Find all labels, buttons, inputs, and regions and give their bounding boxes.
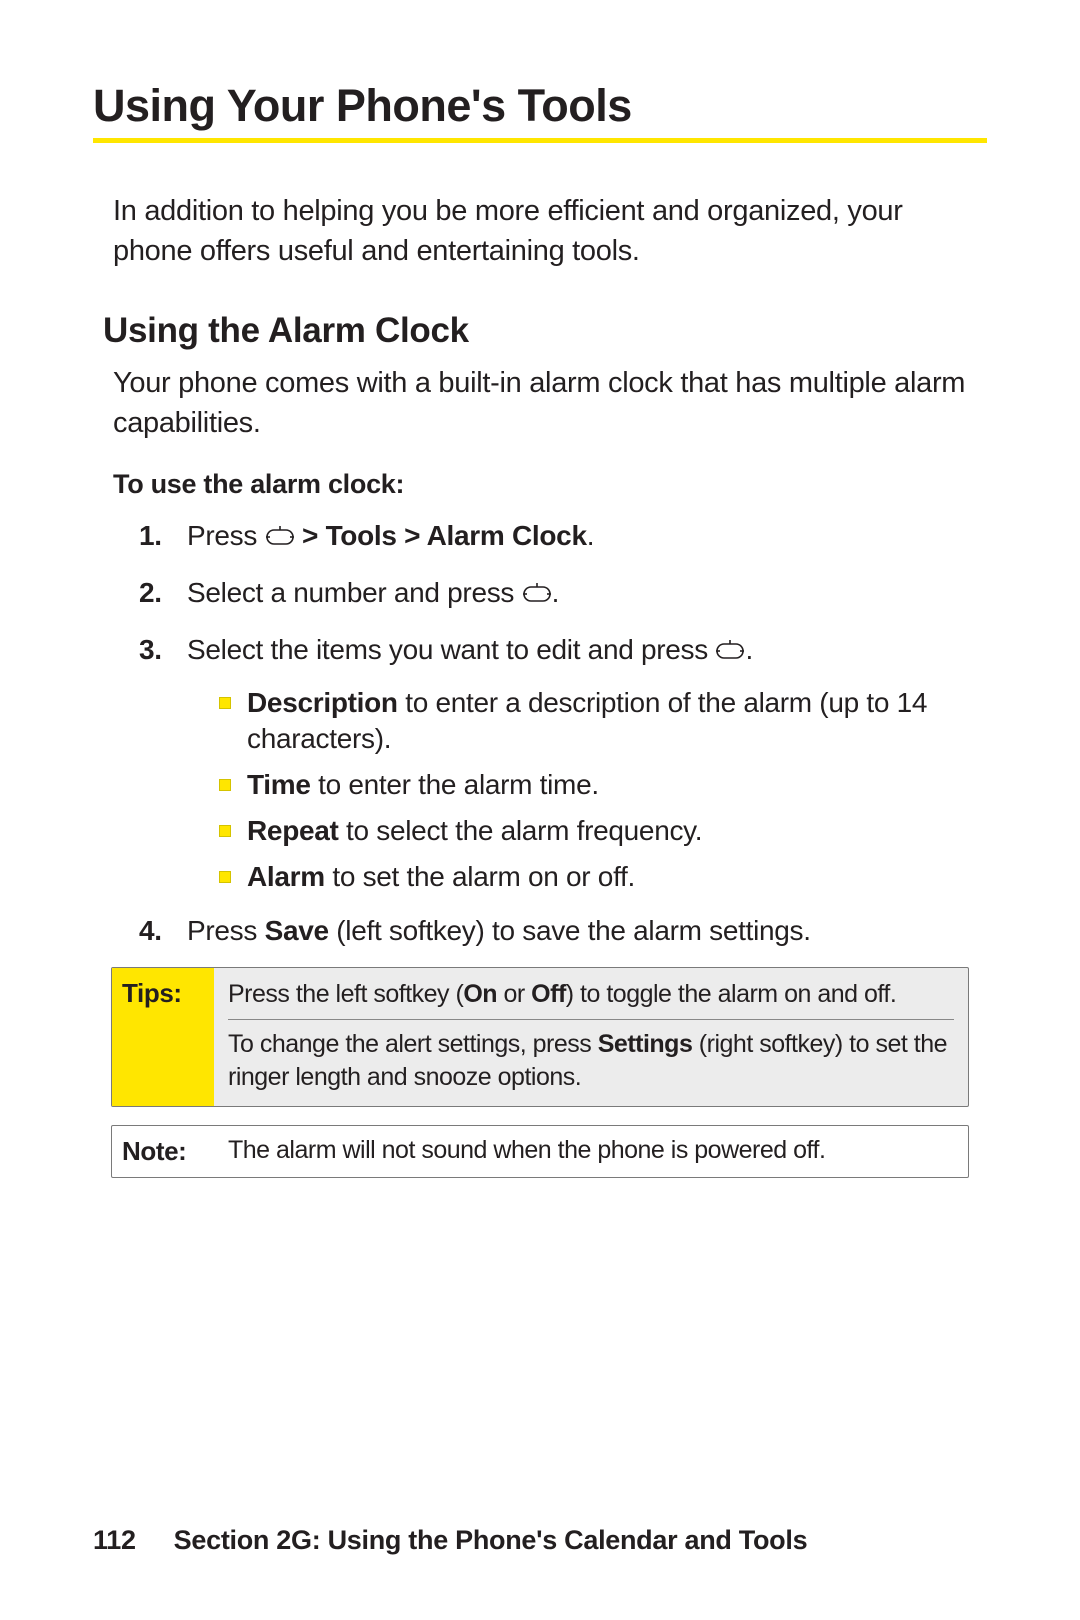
footer-text: Section 2G: Using the Phone's Calendar a… [174, 1525, 808, 1555]
step-text: (left softkey) to save the alarm setting… [329, 915, 811, 946]
bullet-list: Description to enter a description of th… [217, 685, 987, 895]
intro-paragraph: In addition to helping you be more effic… [113, 191, 967, 271]
step-text: Select a number and press [187, 577, 522, 608]
section-intro: Your phone comes with a built-in alarm c… [113, 363, 967, 443]
page-title: Using Your Phone's Tools [93, 80, 987, 143]
bullet-bold: Description [247, 687, 398, 718]
step-text: Press [187, 520, 265, 551]
step-bold: > Tools > Alarm Clock [295, 520, 587, 551]
page-footer: 112 Section 2G: Using the Phone's Calenda… [93, 1525, 807, 1556]
step-text: . [552, 577, 559, 608]
nav-key-icon [522, 578, 552, 614]
tips-bold: Settings [598, 1030, 693, 1058]
tips-bold: On [463, 980, 497, 1008]
note-label: Note: [112, 1126, 214, 1177]
tips-body: Press the left softkey (On or Off) to to… [214, 968, 968, 1106]
step-bold: Save [265, 915, 329, 946]
bullet-bold: Repeat [247, 815, 339, 846]
nav-key-icon [265, 521, 295, 557]
note-callout: Note: The alarm will not sound when the … [111, 1125, 969, 1178]
note-body: The alarm will not sound when the phone … [214, 1126, 968, 1177]
list-item: Description to enter a description of th… [217, 685, 987, 757]
step-3: Select the items you want to edit and pr… [139, 632, 987, 895]
list-item: Alarm to set the alarm on or off. [217, 859, 987, 895]
bullet-text: to select the alarm frequency. [339, 815, 703, 846]
bullet-text: to enter the alarm time. [311, 769, 599, 800]
bullet-text: to set the alarm on or off. [325, 861, 635, 892]
tips-text: or [497, 980, 531, 1008]
divider [228, 1019, 954, 1020]
tips-row-1: Press the left softkey (On or Off) to to… [228, 978, 954, 1011]
step-text: Press [187, 915, 265, 946]
nav-key-icon [715, 635, 745, 671]
tips-bold: Off [531, 980, 566, 1008]
step-4: Press Save (left softkey) to save the al… [139, 913, 987, 949]
bullet-bold: Time [247, 769, 311, 800]
tips-row-2: To change the alert settings, press Sett… [228, 1028, 954, 1094]
step-text: Select the items you want to edit and pr… [187, 634, 715, 665]
bullet-bold: Alarm [247, 861, 325, 892]
page-number: 112 [93, 1525, 136, 1555]
page: Using Your Phone's Tools In addition to … [0, 0, 1080, 1620]
procedure-lead: To use the alarm clock: [113, 469, 987, 500]
list-item: Time to enter the alarm time. [217, 767, 987, 803]
step-text: . [587, 520, 594, 551]
tips-text: To change the alert settings, press [228, 1030, 598, 1058]
step-text: . [745, 634, 752, 665]
tips-label: Tips: [112, 968, 214, 1106]
step-list: Press > Tools > Alarm Clock. Select a nu… [139, 518, 987, 949]
step-1: Press > Tools > Alarm Clock. [139, 518, 987, 557]
tips-text: Press the left softkey ( [228, 980, 463, 1008]
list-item: Repeat to select the alarm frequency. [217, 813, 987, 849]
tips-text: ) to toggle the alarm on and off. [566, 980, 897, 1008]
section-heading: Using the Alarm Clock [103, 311, 987, 351]
tips-callout: Tips: Press the left softkey (On or Off)… [111, 967, 969, 1107]
step-2: Select a number and press . [139, 575, 987, 614]
